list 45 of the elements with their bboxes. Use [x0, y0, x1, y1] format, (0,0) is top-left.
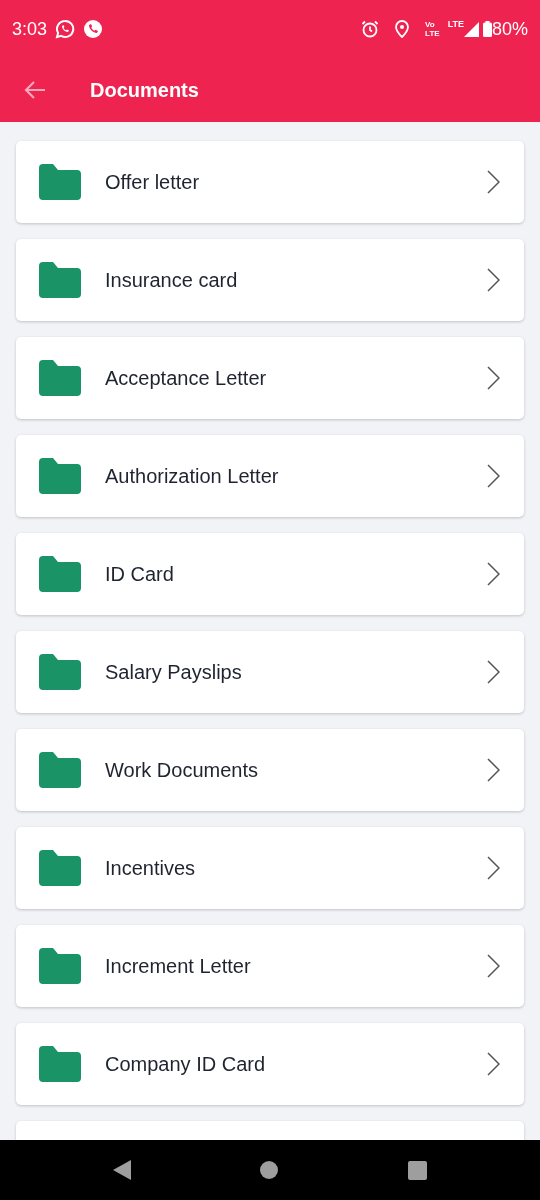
folder-icon — [39, 262, 81, 298]
folder-icon — [39, 556, 81, 592]
network-label: LTE — [447, 18, 464, 31]
folder-item[interactable]: ID Card — [16, 533, 524, 615]
folder-item[interactable]: Company ID Card — [16, 1023, 524, 1105]
chat-icon — [55, 19, 76, 39]
chevron-right-icon — [487, 268, 500, 292]
battery-level: 80% — [491, 17, 528, 41]
volte-label: LTE — [425, 29, 440, 38]
home-icon[interactable] — [260, 1161, 279, 1179]
folder-item[interactable]: Authorization Letter — [16, 435, 524, 517]
location-icon — [395, 20, 410, 38]
chevron-right-icon — [487, 954, 500, 978]
folder-icon — [39, 948, 81, 984]
folder-icon — [39, 360, 81, 396]
chevron-right-icon — [487, 660, 500, 684]
chevron-right-icon — [487, 170, 500, 194]
back-icon[interactable] — [112, 1160, 131, 1180]
folder-icon — [39, 458, 81, 494]
chevron-right-icon — [487, 464, 500, 488]
folder-icon — [39, 164, 81, 200]
signal-icon — [463, 21, 479, 37]
battery-icon — [482, 21, 492, 37]
alarm-icon — [361, 20, 380, 38]
chevron-right-icon — [487, 1052, 500, 1076]
folder-icon — [39, 1046, 81, 1082]
folder-icon — [39, 850, 81, 886]
screen-title: Documents — [90, 78, 199, 103]
chevron-right-icon — [487, 758, 500, 782]
status-time: 3:03 — [12, 17, 48, 41]
folder-item[interactable]: Offer letter — [16, 141, 524, 223]
folder-icon — [39, 654, 81, 690]
folder-item[interactable]: Increment Letter — [16, 925, 524, 1007]
folder-item[interactable]: Work Documents — [16, 729, 524, 811]
phone-icon — [83, 19, 104, 39]
chevron-right-icon — [487, 366, 500, 390]
folder-item[interactable]: Acceptance Letter — [16, 337, 524, 419]
volte-label: Vo — [425, 20, 436, 29]
folder-item[interactable]: Incentives — [16, 827, 524, 909]
chevron-right-icon — [487, 856, 500, 880]
folder-item[interactable]: Salary Payslips — [16, 631, 524, 713]
chevron-right-icon — [487, 562, 500, 586]
recents-icon[interactable] — [408, 1160, 428, 1180]
folder-icon — [39, 752, 81, 788]
folder-item[interactable]: Insurance card — [16, 239, 524, 321]
